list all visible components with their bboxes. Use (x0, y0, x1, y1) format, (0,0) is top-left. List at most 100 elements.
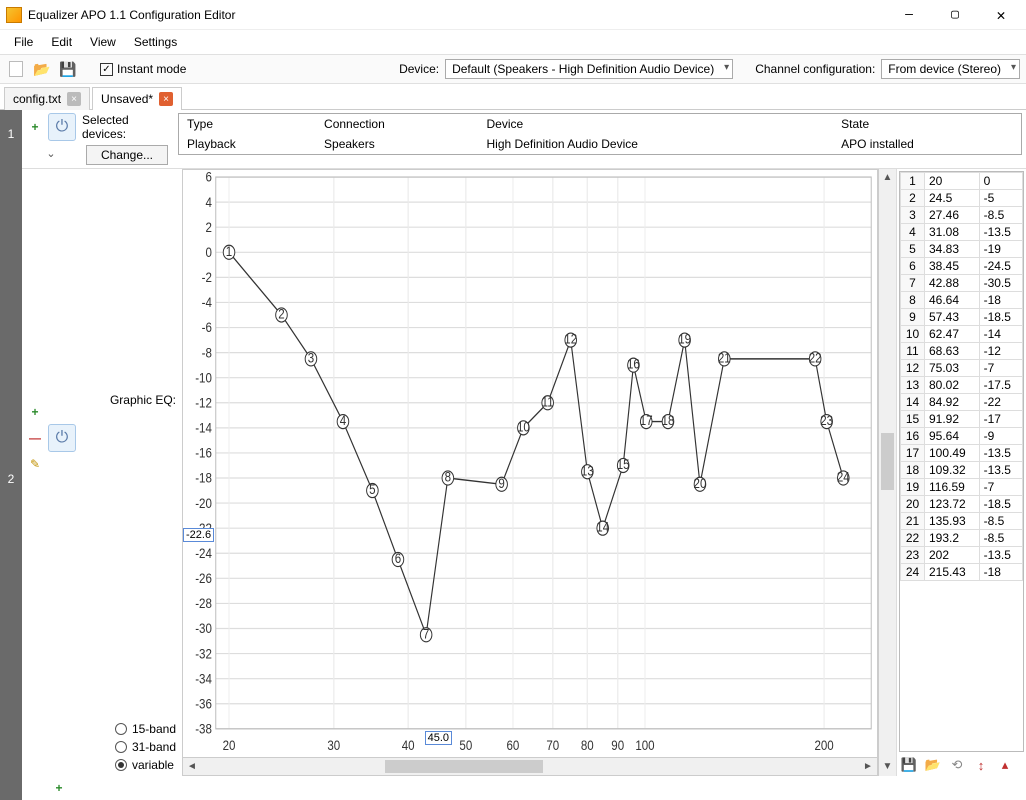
close-tab-icon[interactable]: × (67, 92, 81, 106)
h-scrollbar[interactable]: ◄ ► (183, 757, 877, 775)
instant-mode-checkbox[interactable]: ✓ Instant mode (100, 62, 186, 76)
table-row[interactable]: 431.08-13.5 (901, 224, 1023, 241)
scroll-left-icon[interactable]: ◄ (183, 761, 201, 772)
device-label: Device: (399, 62, 439, 76)
close-tab-icon[interactable]: × (159, 92, 173, 106)
table-row[interactable]: 1200 (901, 173, 1023, 190)
table-row[interactable]: 1591.92-17 (901, 411, 1023, 428)
table-row[interactable]: 846.64-18 (901, 292, 1023, 309)
radio-31-band[interactable]: 31-band (115, 740, 176, 754)
toolbar: 📂 💾 ✓ Instant mode Device: Default (Spea… (0, 54, 1026, 84)
scroll-down-icon[interactable]: ▼ (879, 758, 896, 776)
title-bar: Equalizer APO 1.1 Configuration Editor —… (0, 0, 1026, 30)
svg-text:-24: -24 (195, 545, 212, 561)
y-value-indicator: -22.6 (183, 528, 214, 542)
invert-eq-icon[interactable]: ↕ (971, 756, 991, 774)
svg-text:80: 80 (581, 737, 594, 753)
remove-icon[interactable]: — (26, 430, 44, 446)
svg-text:40: 40 (402, 737, 415, 753)
radio-15-band[interactable]: 15-band (115, 722, 176, 736)
menu-settings[interactable]: Settings (126, 32, 185, 52)
table-row[interactable]: Playback Speakers High Definition Audio … (179, 134, 1021, 154)
table-row[interactable]: 1484.92-22 (901, 394, 1023, 411)
maximize-button[interactable]: ▢ (932, 0, 978, 30)
svg-text:18: 18 (662, 412, 675, 428)
menu-view[interactable]: View (82, 32, 124, 52)
save-eq-icon[interactable]: 💾 (899, 756, 919, 774)
normalize-eq-icon[interactable]: ▴ (995, 756, 1015, 774)
table-row[interactable]: 742.88-30.5 (901, 275, 1023, 292)
tab-strip: config.txt × Unsaved* × (0, 84, 1026, 110)
open-file-button[interactable]: 📂 (32, 59, 52, 79)
table-row[interactable]: 638.45-24.5 (901, 258, 1023, 275)
svg-text:15: 15 (617, 456, 630, 472)
check-icon: ✓ (100, 63, 113, 76)
svg-text:-20: -20 (195, 495, 212, 511)
change-button[interactable]: Change... (86, 145, 168, 165)
svg-text:4: 4 (205, 194, 211, 210)
table-row[interactable]: 24215.43-18 (901, 564, 1023, 581)
import-eq-icon[interactable]: 📂 (923, 756, 943, 774)
scroll-up-icon[interactable]: ▲ (879, 169, 896, 187)
svg-text:-10: -10 (195, 369, 212, 385)
svg-text:7: 7 (423, 625, 429, 641)
table-row[interactable]: 22193.2-8.5 (901, 530, 1023, 547)
table-row[interactable]: 957.43-18.5 (901, 309, 1023, 326)
svg-text:4: 4 (340, 412, 346, 428)
table-row[interactable]: 23202-13.5 (901, 547, 1023, 564)
table-row[interactable]: 17100.49-13.5 (901, 445, 1023, 462)
table-row[interactable]: 1168.63-12 (901, 343, 1023, 360)
table-row[interactable]: 21135.93-8.5 (901, 513, 1023, 530)
svg-text:10: 10 (517, 418, 530, 434)
device-combo[interactable]: Default (Speakers - High Definition Audi… (445, 59, 733, 79)
edit-icon[interactable]: ✎ (26, 456, 44, 472)
table-row[interactable]: 327.46-8.5 (901, 207, 1023, 224)
table-row[interactable]: 20123.72-18.5 (901, 496, 1023, 513)
radio-variable[interactable]: variable (115, 758, 176, 772)
table-row[interactable]: 18109.32-13.5 (901, 462, 1023, 479)
tab-config[interactable]: config.txt × (4, 87, 90, 110)
reset-eq-icon[interactable]: ⟲ (947, 756, 967, 774)
table-row[interactable]: 1695.64-9 (901, 428, 1023, 445)
filter-row-device: + ⏻ ⌄ Selected devices: Change... Type C… (22, 110, 1026, 169)
svg-text:11: 11 (542, 393, 554, 409)
svg-text:-14: -14 (195, 419, 212, 435)
x-value-indicator: 45.0 (425, 731, 452, 745)
add-icon[interactable]: + (26, 404, 44, 420)
svg-text:-32: -32 (195, 645, 212, 661)
save-file-button[interactable]: 💾 (58, 59, 78, 79)
svg-text:30: 30 (327, 737, 340, 753)
power-toggle[interactable]: ⏻ (48, 424, 76, 452)
add-filter-icon[interactable]: + (50, 780, 68, 796)
svg-text:-8: -8 (202, 344, 212, 360)
minimize-button[interactable]: — (886, 0, 932, 30)
table-row[interactable]: 1062.47-14 (901, 326, 1023, 343)
new-file-button[interactable] (6, 59, 26, 79)
svg-text:-18: -18 (195, 470, 212, 486)
close-button[interactable]: ✕ (978, 0, 1024, 30)
svg-text:20: 20 (223, 737, 236, 753)
eq-chart[interactable]: 6420-2-4-6-8-10-12-14-16-18-20-22-24-26-… (182, 169, 878, 776)
table-row[interactable]: 19116.59-7 (901, 479, 1023, 496)
menu-file[interactable]: File (6, 32, 41, 52)
svg-text:14: 14 (596, 519, 609, 535)
menu-edit[interactable]: Edit (43, 32, 80, 52)
scroll-right-icon[interactable]: ► (859, 761, 877, 772)
svg-text:3: 3 (308, 349, 314, 365)
table-row[interactable]: 224.5-5 (901, 190, 1023, 207)
eq-data-table[interactable]: 1200224.5-5327.46-8.5431.08-13.5534.83-1… (899, 171, 1024, 752)
power-toggle[interactable]: ⏻ (48, 113, 76, 141)
v-scrollbar[interactable]: ▲ ▼ (878, 169, 896, 776)
table-row[interactable]: 534.83-19 (901, 241, 1023, 258)
svg-text:21: 21 (718, 349, 731, 365)
expand-icon[interactable]: ⌄ (46, 147, 55, 160)
table-row[interactable]: 1275.03-7 (901, 360, 1023, 377)
channel-config-label: Channel configuration: (755, 62, 875, 76)
svg-text:19: 19 (678, 330, 691, 346)
svg-text:5: 5 (369, 481, 375, 497)
tab-unsaved[interactable]: Unsaved* × (92, 87, 182, 110)
add-icon[interactable]: + (26, 119, 44, 135)
channel-config-combo[interactable]: From device (Stereo) (881, 59, 1020, 79)
svg-text:22: 22 (809, 349, 822, 365)
table-row[interactable]: 1380.02-17.5 (901, 377, 1023, 394)
